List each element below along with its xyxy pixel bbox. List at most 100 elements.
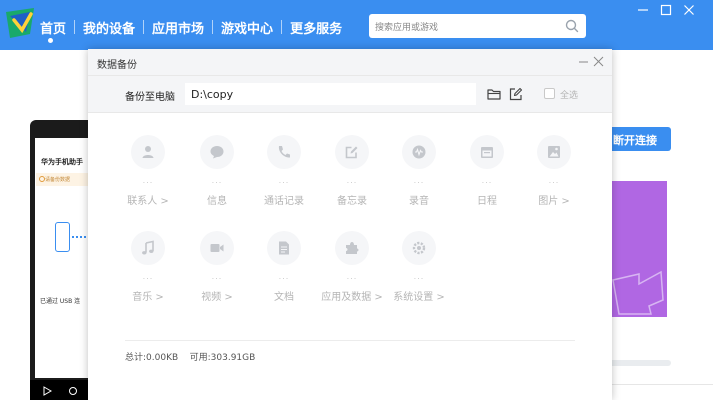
nav-game-center[interactable]: 游戏中心 xyxy=(221,0,273,50)
video-icon xyxy=(210,244,224,252)
app-logo-icon[interactable] xyxy=(4,6,36,40)
disconnect-button[interactable]: 断开连接 xyxy=(605,127,671,151)
category-label: 文档 xyxy=(274,292,294,303)
backup-dialog: 数据备份 备份至电脑 全选 ... 联系人 > xyxy=(88,49,612,400)
category-size: ... xyxy=(211,272,223,281)
nav-divider xyxy=(74,20,76,34)
nav-home[interactable]: 首页 xyxy=(40,0,66,50)
phone-usb-text: 已通过 USB 连 xyxy=(40,298,81,305)
category-apps-data[interactable]: ... 应用及数据 > xyxy=(319,231,385,321)
category-label: 备忘录 xyxy=(337,196,367,207)
category-icon-bg xyxy=(402,231,436,265)
nav-my-devices[interactable]: 我的设备 xyxy=(83,0,135,50)
nav-my-devices-label: 我的设备 xyxy=(83,22,136,37)
category-recording[interactable]: ... 录音 xyxy=(386,135,452,225)
category-size: ... xyxy=(548,176,560,185)
total-label: 总计: xyxy=(125,353,147,363)
category-size: ... xyxy=(413,272,425,281)
category-icon-bg xyxy=(267,135,301,169)
category-size: ... xyxy=(278,272,290,281)
category-label: 应用及数据 > xyxy=(321,292,383,303)
nav-more-services[interactable]: 更多服务 xyxy=(290,0,342,50)
apps-icon xyxy=(346,242,359,254)
minimize-icon[interactable] xyxy=(636,3,650,17)
category-documents[interactable]: ... 文档 xyxy=(251,231,317,321)
backup-path-row: 备份至电脑 全选 xyxy=(88,75,612,113)
category-icon-bg xyxy=(402,135,436,169)
play-icon[interactable] xyxy=(42,386,52,396)
category-label: 音乐 > xyxy=(132,292,164,303)
search-icon[interactable] xyxy=(564,18,580,34)
edit-icon[interactable] xyxy=(509,87,523,101)
category-icon-bg xyxy=(537,135,571,169)
active-indicator xyxy=(48,38,53,43)
nav-divider xyxy=(281,20,283,34)
backup-path-input[interactable] xyxy=(185,83,476,105)
category-size: ... xyxy=(142,176,154,185)
category-label: 视频 > xyxy=(201,292,233,303)
category-system-settings[interactable]: ... 系统设置 > xyxy=(386,231,452,321)
category-size: ... xyxy=(211,176,223,185)
close-icon[interactable] xyxy=(682,3,696,17)
category-size: ... xyxy=(346,176,358,185)
category-label: 系统设置 > xyxy=(393,292,445,303)
backup-to-label: 备份至电脑 xyxy=(125,92,175,103)
category-label: 信息 xyxy=(207,196,227,207)
phone-app-title: 华为手机助手 xyxy=(41,158,83,166)
nav-divider xyxy=(143,20,145,34)
nav-app-market[interactable]: 应用市场 xyxy=(152,0,204,50)
maximize-icon[interactable] xyxy=(659,3,673,17)
main-nav: 首页 我的设备 应用市场 游戏中心 更多服务 xyxy=(40,0,342,50)
folder-icon[interactable] xyxy=(487,87,501,101)
category-pictures[interactable]: ... 图片 > xyxy=(521,135,587,225)
category-label: 日程 xyxy=(477,196,497,207)
select-all-checkbox[interactable] xyxy=(544,88,555,99)
select-all-label: 全选 xyxy=(560,91,579,101)
category-icon-bg xyxy=(335,135,369,169)
top-bar: 首页 我的设备 应用市场 游戏中心 更多服务 搜索应用或游戏 xyxy=(0,0,713,50)
storage-summary: 总计:0.00KB 可用:303.91GB xyxy=(125,350,255,363)
search-box[interactable]: 搜索应用或游戏 xyxy=(369,14,586,38)
category-music[interactable]: ... 音乐 > xyxy=(115,231,181,321)
available-label: 可用: xyxy=(189,353,211,363)
category-icon-bg xyxy=(131,135,165,169)
category-icon-bg xyxy=(131,231,165,265)
nav-home-label: 首页 xyxy=(40,22,67,37)
category-calendar[interactable]: ... 日程 xyxy=(454,135,520,225)
category-size: ... xyxy=(278,176,290,185)
category-size: ... xyxy=(346,272,358,281)
search-placeholder: 搜索应用或游戏 xyxy=(375,23,439,33)
phone-device-icon xyxy=(55,222,70,252)
divider xyxy=(609,384,713,385)
category-memo[interactable]: ... 备忘录 xyxy=(319,135,385,225)
category-size: ... xyxy=(413,176,425,185)
category-contacts[interactable]: ... 联系人 > xyxy=(115,135,181,225)
category-video[interactable]: ... 视频 > xyxy=(184,231,250,321)
picture-icon xyxy=(548,146,560,158)
message-icon xyxy=(210,146,224,159)
category-icon-bg xyxy=(335,231,369,265)
dialog-titlebar: 数据备份 xyxy=(88,49,612,75)
category-size: ... xyxy=(481,176,493,185)
category-icon-bg xyxy=(267,231,301,265)
capture-icon[interactable] xyxy=(68,386,78,396)
recording-icon xyxy=(412,145,426,159)
category-size: ... xyxy=(142,272,154,281)
available-value: 303.91GB xyxy=(210,353,256,363)
category-label: 通话记录 xyxy=(264,196,304,207)
progress-bar xyxy=(609,360,671,366)
dialog-close-icon[interactable] xyxy=(593,56,604,67)
category-icon-bg xyxy=(200,231,234,265)
category-call-log[interactable]: ... 通话记录 xyxy=(251,135,317,225)
nav-game-center-label: 游戏中心 xyxy=(221,22,274,37)
category-icon-bg xyxy=(470,135,504,169)
nav-app-market-label: 应用市场 xyxy=(152,22,205,37)
document-icon xyxy=(279,241,289,255)
call-log-icon xyxy=(278,146,290,158)
category-messages[interactable]: ... 信息 xyxy=(184,135,250,225)
category-label: 图片 > xyxy=(538,196,570,207)
dialog-minimize-icon[interactable] xyxy=(578,56,589,67)
dialog-title: 数据备份 xyxy=(97,60,137,71)
nav-divider xyxy=(212,20,214,34)
music-icon xyxy=(142,240,154,255)
